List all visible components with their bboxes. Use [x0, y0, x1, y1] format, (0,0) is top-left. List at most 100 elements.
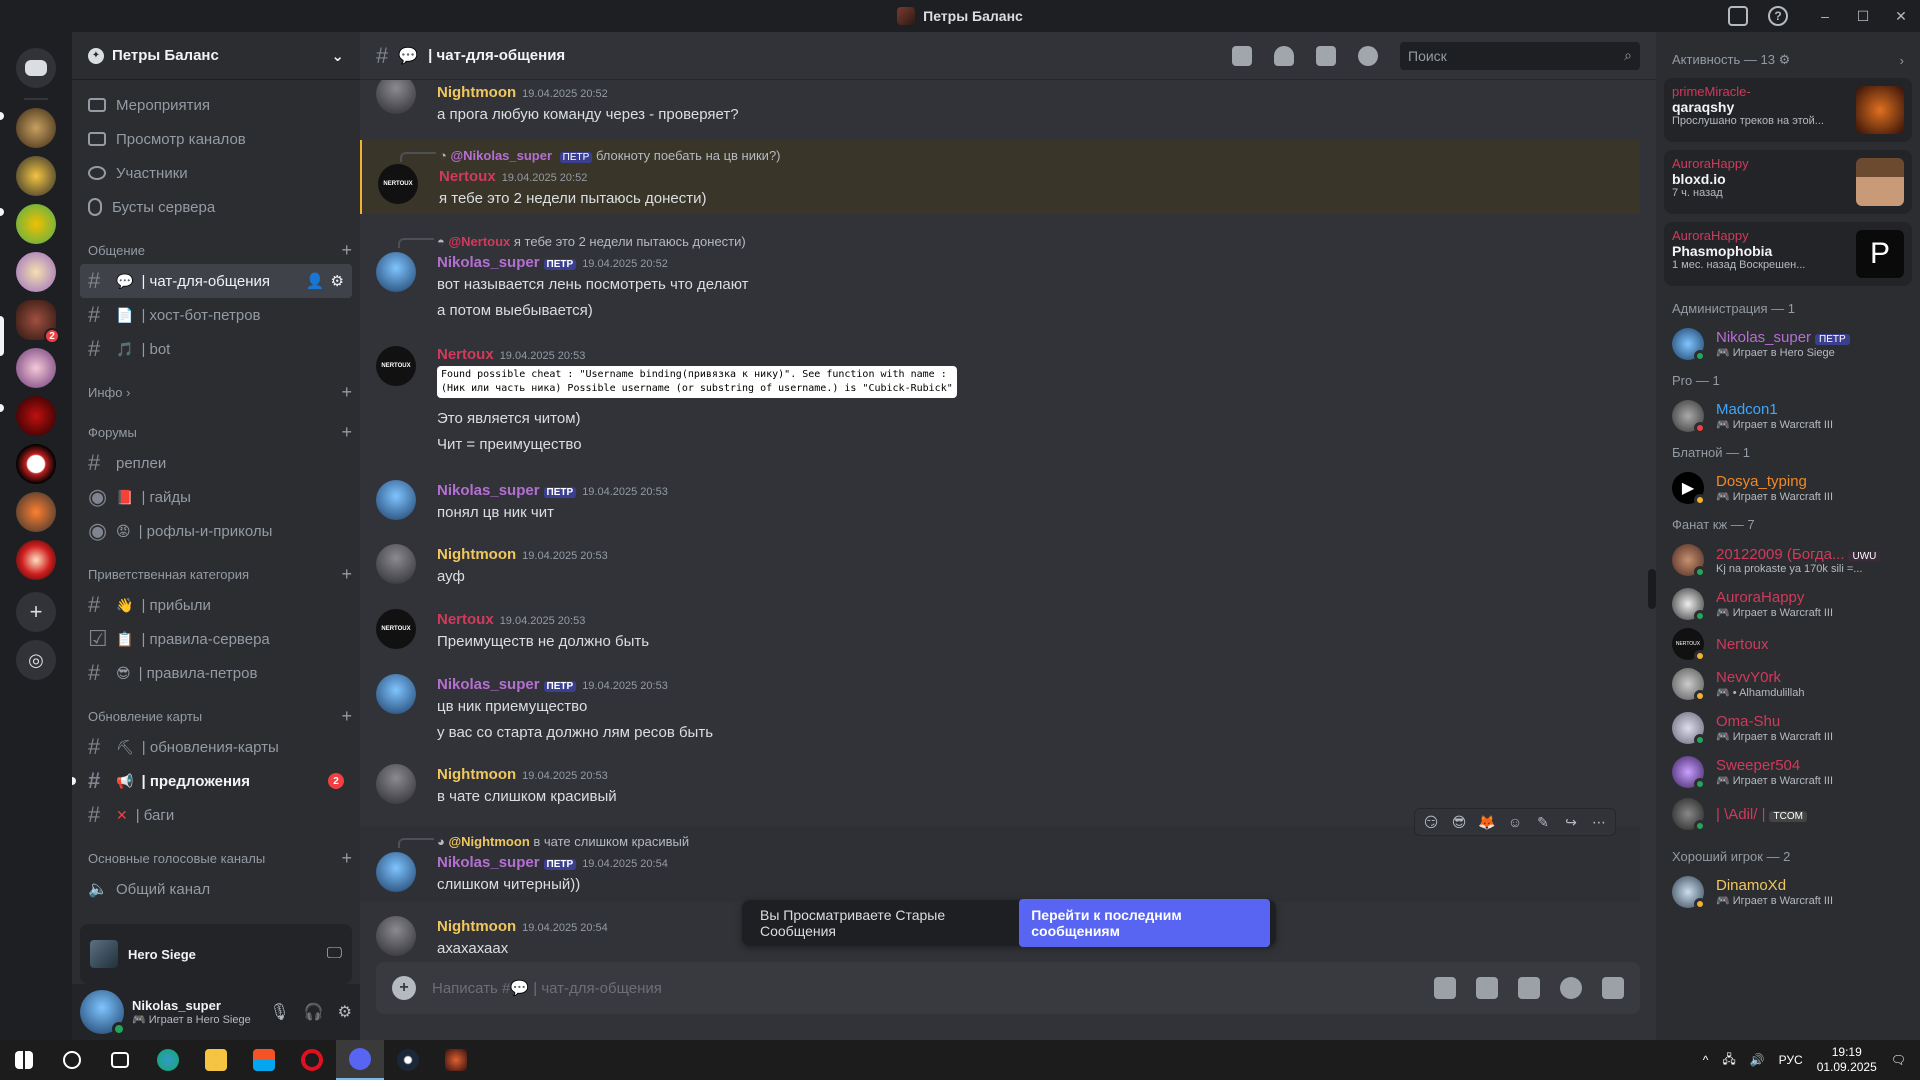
steam-icon[interactable]: [384, 1040, 432, 1080]
message[interactable]: Nightmoon 19.04.2025 20:53 ауф: [360, 534, 1640, 590]
message[interactable]: Nightmoon 19.04.2025 20:53 в чате слишком…: [360, 754, 1640, 810]
add-channel-icon[interactable]: +: [341, 706, 352, 727]
member[interactable]: NERTOUX Nertoux: [1664, 626, 1912, 662]
reply-preview[interactable]: ◓ @Nertoux я тебе это 2 недели пытаюсь д…: [437, 234, 746, 249]
message-author[interactable]: Nikolas_super ПЕТР 19.04.2025 20:53: [437, 676, 668, 693]
reply-preview[interactable]: ◔ @Nikolas_super ПЕТР блокноту поебать н…: [439, 148, 781, 163]
category-welcome[interactable]: Приветственная категория +: [72, 560, 360, 588]
message-author[interactable]: Nightmoon 19.04.2025 20:52: [437, 84, 608, 101]
nav-boosts[interactable]: Бусты сервера: [80, 190, 352, 224]
language-indicator[interactable]: РУС: [1779, 1053, 1803, 1067]
channel-map-updates[interactable]: # ⛏ | обновления-карты: [80, 730, 352, 764]
scroll-thumb[interactable]: [1648, 569, 1656, 609]
avatar[interactable]: [376, 252, 416, 292]
bell-icon[interactable]: [1274, 45, 1294, 66]
server-icon[interactable]: [16, 444, 56, 484]
nav-browse-channels[interactable]: Просмотр каналов: [80, 122, 352, 156]
attach-plus-icon[interactable]: +: [392, 976, 416, 1000]
category-info[interactable]: Инфо › +: [72, 378, 360, 406]
server-icon[interactable]: [16, 492, 56, 532]
chevron-up-icon[interactable]: ^: [1703, 1053, 1709, 1067]
microphone-icon[interactable]: 🎙: [269, 1002, 289, 1022]
category-forums[interactable]: Форумы +: [72, 418, 360, 446]
category-voice[interactable]: Основные голосовые каналы +: [72, 844, 360, 872]
avatar[interactable]: [376, 852, 416, 892]
chevron-right-icon[interactable]: ›: [1900, 53, 1904, 68]
member[interactable]: ▶ Dosya_typing 🎮 Играет в Warcraft III: [1664, 466, 1912, 510]
message-composer[interactable]: + Написать #💬 | чат-для-общения: [376, 962, 1640, 1014]
gear-icon[interactable]: ⚙: [331, 272, 344, 290]
channel-arrived[interactable]: # 👋 | прибыли: [80, 588, 352, 622]
message[interactable]: ◓ @Nertoux я тебе это 2 недели пытаюсь д…: [360, 228, 1640, 328]
opera-icon[interactable]: [288, 1040, 336, 1080]
minimize-button[interactable]: –: [1806, 8, 1844, 24]
message-author[interactable]: Nightmoon 19.04.2025 20:54: [437, 918, 608, 935]
screen-share-icon[interactable]: 🖵: [327, 945, 342, 963]
gif-icon[interactable]: [1476, 977, 1498, 999]
search-icon[interactable]: [48, 1040, 96, 1080]
reaction-emoji-icon[interactable]: 😏: [1421, 812, 1441, 832]
gear-icon[interactable]: ⚙: [1779, 52, 1791, 67]
add-channel-icon[interactable]: +: [341, 240, 352, 261]
gear-icon[interactable]: ⚙: [338, 1002, 352, 1022]
avatar[interactable]: [376, 916, 416, 956]
channel-rules-petrov[interactable]: # 😎 | правила-петров: [80, 656, 352, 690]
activity-card[interactable]: primeMiracle- qaraqshy Прослушано треков…: [1664, 78, 1912, 142]
start-button[interactable]: [0, 1040, 48, 1080]
server-icon[interactable]: [16, 396, 56, 436]
nav-members[interactable]: Участники: [80, 156, 352, 190]
add-channel-icon[interactable]: +: [341, 848, 352, 869]
threads-icon[interactable]: [1232, 45, 1252, 66]
member[interactable]: Madcon1 🎮 Играет в Warcraft III: [1664, 394, 1912, 438]
headphones-icon[interactable]: 🎧: [304, 1002, 324, 1022]
avatar[interactable]: [376, 544, 416, 584]
message[interactable]: Nikolas_super ПЕТР 19.04.2025 20:53 цв ник…: [360, 664, 1640, 744]
channel-bugs[interactable]: # ✕ | баги: [80, 798, 352, 832]
edit-icon[interactable]: ✎: [1533, 812, 1553, 832]
message-author[interactable]: Nikolas_super ПЕТР 19.04.2025 20:52: [437, 254, 668, 271]
sticker-icon[interactable]: [1518, 977, 1540, 999]
gift-icon[interactable]: [1434, 977, 1456, 999]
add-channel-icon[interactable]: +: [341, 564, 352, 585]
member[interactable]: AuroraHappy 🎮 Играет в Warcraft III: [1664, 582, 1912, 626]
channel-bot[interactable]: # 🎵 | bot: [80, 332, 352, 366]
avatar[interactable]: [376, 764, 416, 804]
explorer-icon[interactable]: [192, 1040, 240, 1080]
scrollbar[interactable]: [1648, 80, 1656, 996]
message-author[interactable]: Nertoux 19.04.2025 20:52: [439, 168, 587, 185]
game-taskbar-icon[interactable]: [432, 1040, 480, 1080]
forward-icon[interactable]: ↪: [1561, 812, 1581, 832]
server-icon[interactable]: [16, 540, 56, 580]
reaction-emoji-icon[interactable]: 🦊: [1477, 812, 1497, 832]
member[interactable]: Nikolas_super ПЕТР 🎮 Играет в Hero Siege: [1664, 322, 1912, 366]
avatar[interactable]: NERTOUX: [378, 164, 418, 204]
discover-icon[interactable]: ◎: [16, 640, 56, 680]
channel-guides[interactable]: ◉ 📕 | гайды: [80, 480, 352, 514]
channel-voice-general[interactable]: 🔈 Общий канал: [80, 872, 352, 906]
discord-home-icon[interactable]: [16, 48, 56, 88]
member[interactable]: Sweeper504 🎮 Играет в Warcraft III: [1664, 750, 1912, 794]
avatar[interactable]: [80, 990, 126, 1036]
inbox-icon[interactable]: [1728, 6, 1748, 26]
reply-preview[interactable]: ◕ @Nightmoon в чате слишком красивый: [437, 834, 689, 849]
category-general[interactable]: Общение +: [72, 236, 360, 264]
channel-host-bot[interactable]: # 📄 | хост-бот-петров: [80, 298, 352, 332]
category-map-updates[interactable]: Обновление карты +: [72, 702, 360, 730]
add-channel-icon[interactable]: +: [341, 382, 352, 403]
activity-card[interactable]: AuroraHappy Phasmophobia 1 мес. назад Во…: [1664, 222, 1912, 286]
network-icon[interactable]: 🖧: [1722, 1050, 1735, 1071]
guild-header[interactable]: ✦ Петры Баланс ⌄: [72, 32, 360, 80]
server-icon[interactable]: [16, 156, 56, 196]
member[interactable]: 20122009 (Богда... UWU Kj na prokaste ya 1…: [1664, 538, 1912, 582]
channel-chat[interactable]: # 💬 | чат-для-общения 👤 ⚙: [80, 264, 352, 298]
avatar[interactable]: [376, 80, 416, 114]
reaction-emoji-icon[interactable]: 😎: [1449, 812, 1469, 832]
search-input[interactable]: Поиск ⌕: [1400, 41, 1640, 70]
server-icon[interactable]: [16, 108, 56, 148]
notifications-icon[interactable]: 🗨: [1891, 1053, 1906, 1067]
game-activity-bar[interactable]: Hero Siege 🖵: [80, 924, 352, 984]
channel-rules[interactable]: ☑ 📋 | правила-сервера: [80, 622, 352, 656]
message-author[interactable]: Nertoux 19.04.2025 20:53: [437, 346, 585, 363]
server-icon[interactable]: [16, 204, 56, 244]
channel-suggestions[interactable]: # 📢 | предложения 2: [72, 764, 352, 798]
